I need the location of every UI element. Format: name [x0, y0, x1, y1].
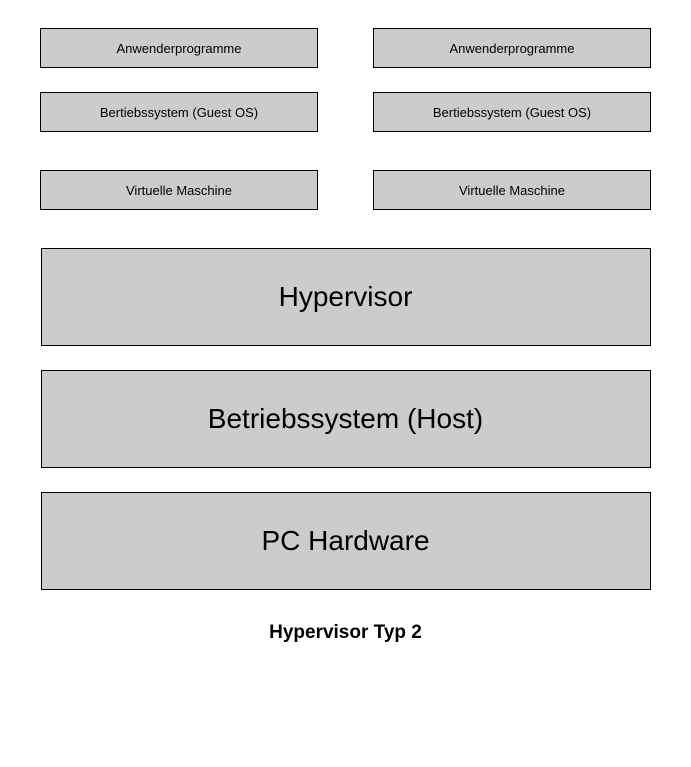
vm-right-virtual-machine-box: Virtuelle Maschine: [373, 170, 651, 210]
host-os-layer-label: Betriebssystem (Host): [208, 403, 483, 435]
hardware-layer-label: PC Hardware: [261, 525, 429, 557]
host-os-layer-box: Betriebssystem (Host): [41, 370, 651, 468]
hypervisor-layer-box: Hypervisor: [41, 248, 651, 346]
vm-row-apps: Anwenderprogramme Anwenderprogramme: [40, 28, 651, 68]
hardware-layer-box: PC Hardware: [41, 492, 651, 590]
vm-right-guest-os-box: Bertiebssystem (Guest OS): [373, 92, 651, 132]
vm-left-apps-box: Anwenderprogramme: [40, 28, 318, 68]
vm-row-virtual-machine: Virtuelle Maschine Virtuelle Maschine: [40, 170, 651, 210]
diagram-caption-text: Hypervisor Typ 2: [269, 622, 422, 643]
hypervisor-layer-label: Hypervisor: [279, 281, 413, 313]
vm-left-guest-os-box: Bertiebssystem (Guest OS): [40, 92, 318, 132]
diagram-container: Anwenderprogramme Anwenderprogramme Bert…: [0, 0, 691, 644]
vm-left-virtual-machine-label: Virtuelle Maschine: [126, 183, 232, 198]
vm-left-guest-os-label: Bertiebssystem (Guest OS): [100, 105, 258, 120]
vm-right-guest-os-label: Bertiebssystem (Guest OS): [433, 105, 591, 120]
vm-right-virtual-machine-label: Virtuelle Maschine: [459, 183, 565, 198]
vm-right-apps-box: Anwenderprogramme: [373, 28, 651, 68]
vm-left-virtual-machine-box: Virtuelle Maschine: [40, 170, 318, 210]
vm-left-apps-label: Anwenderprogramme: [116, 41, 241, 56]
vm-row-guest-os: Bertiebssystem (Guest OS) Bertiebssystem…: [40, 92, 651, 132]
diagram-caption: Hypervisor Typ 2: [269, 622, 422, 644]
vm-right-apps-label: Anwenderprogramme: [449, 41, 574, 56]
